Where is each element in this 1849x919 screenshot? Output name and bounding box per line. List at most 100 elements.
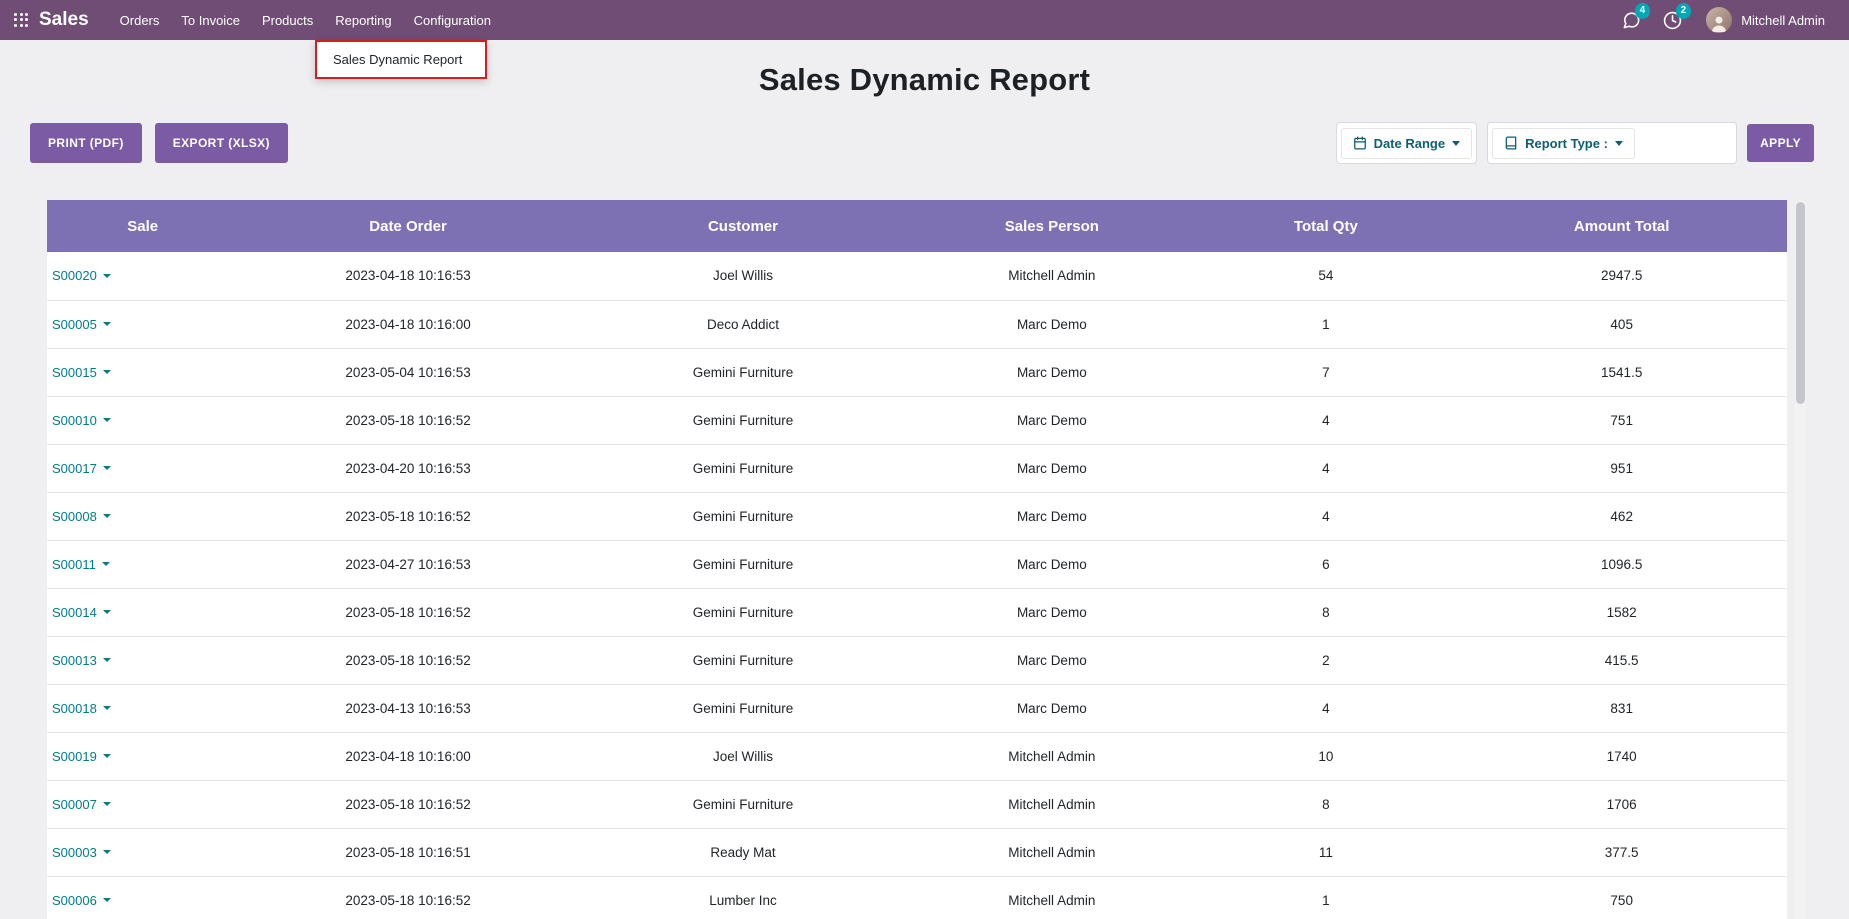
report-type-box: Report Type :: [1487, 122, 1737, 164]
messages-button[interactable]: 4: [1622, 11, 1641, 30]
chevron-down-icon: [103, 322, 111, 326]
calendar-icon: [1353, 136, 1367, 150]
date-range-button[interactable]: Date Range: [1341, 128, 1473, 159]
cell-customer: Joel Willis: [578, 252, 909, 300]
cell-amount-total: 1706: [1456, 780, 1787, 828]
report-table: SaleDate OrderCustomerSales PersonTotal …: [47, 200, 1787, 919]
cell-amount-total: 415.5: [1456, 636, 1787, 684]
cell-sale: S00020: [47, 252, 238, 300]
cell-customer: Gemini Furniture: [578, 444, 909, 492]
cell-date-order: 2023-04-13 10:16:53: [238, 684, 577, 732]
cell-customer: Deco Addict: [578, 300, 909, 348]
cell-date-order: 2023-05-18 10:16:52: [238, 588, 577, 636]
sale-link[interactable]: S00006: [52, 893, 111, 908]
cell-customer: Ready Mat: [578, 828, 909, 876]
sale-link[interactable]: S00019: [52, 749, 111, 764]
cell-total-qty: 1: [1195, 300, 1456, 348]
cell-sale: S00018: [47, 684, 238, 732]
apps-menu-icon[interactable]: [14, 13, 29, 28]
toolbar-left: PRINT (PDF) EXPORT (XLSX): [30, 123, 288, 163]
cell-amount-total: 405: [1456, 300, 1787, 348]
report-type-button[interactable]: Report Type :: [1492, 128, 1635, 159]
chevron-down-icon: [103, 658, 111, 662]
apply-button[interactable]: APPLY: [1747, 124, 1814, 162]
cell-sales-person: Marc Demo: [908, 588, 1195, 636]
table-scrollbar-thumb[interactable]: [1796, 202, 1805, 404]
nav-item-orders[interactable]: Orders: [109, 1, 171, 40]
activities-button[interactable]: 2: [1663, 11, 1682, 30]
avatar: [1706, 7, 1732, 33]
app-brand[interactable]: Sales: [39, 9, 89, 31]
cell-total-qty: 2: [1195, 636, 1456, 684]
cell-sale: S00011: [47, 540, 238, 588]
cell-sales-person: Marc Demo: [908, 348, 1195, 396]
sale-link[interactable]: S00007: [52, 797, 111, 812]
cell-date-order: 2023-04-18 10:16:00: [238, 300, 577, 348]
cell-customer: Lumber Inc: [578, 876, 909, 919]
cell-date-order: 2023-05-18 10:16:52: [238, 396, 577, 444]
cell-date-order: 2023-04-18 10:16:53: [238, 252, 577, 300]
cell-customer: Gemini Furniture: [578, 540, 909, 588]
nav-item-products[interactable]: Products: [251, 1, 324, 40]
sale-link[interactable]: S00010: [52, 413, 111, 428]
cell-customer: Gemini Furniture: [578, 588, 909, 636]
toolbar-filters: Date Range Report Type : APPLY: [1336, 122, 1814, 164]
cell-sales-person: Mitchell Admin: [908, 876, 1195, 919]
cell-sale: S00017: [47, 444, 238, 492]
main-content: Sales Dynamic Report PRINT (PDF) EXPORT …: [0, 62, 1849, 919]
cell-customer: Gemini Furniture: [578, 780, 909, 828]
cell-sales-person: Mitchell Admin: [908, 732, 1195, 780]
cell-total-qty: 8: [1195, 780, 1456, 828]
cell-sales-person: Marc Demo: [908, 444, 1195, 492]
cell-amount-total: 831: [1456, 684, 1787, 732]
sale-link[interactable]: S00008: [52, 509, 111, 524]
date-range-label: Date Range: [1374, 136, 1446, 151]
user-menu[interactable]: Mitchell Admin: [1706, 7, 1825, 33]
menu-item-sales-dynamic-report[interactable]: Sales Dynamic Report: [317, 42, 485, 77]
cell-total-qty: 4: [1195, 444, 1456, 492]
cell-sale: S00006: [47, 876, 238, 919]
chevron-down-icon: [102, 562, 110, 566]
sale-link[interactable]: S00015: [52, 365, 111, 380]
cell-date-order: 2023-04-27 10:16:53: [238, 540, 577, 588]
table-row: S00017 2023-04-20 10:16:53Gemini Furnitur…: [47, 444, 1787, 492]
cell-total-qty: 4: [1195, 492, 1456, 540]
sale-link[interactable]: S00020: [52, 268, 111, 283]
chevron-down-icon: [103, 610, 111, 614]
cell-sale: S00019: [47, 732, 238, 780]
cell-date-order: 2023-05-18 10:16:52: [238, 780, 577, 828]
column-header-customer: Customer: [578, 200, 909, 252]
nav-item-reporting[interactable]: Reporting: [324, 1, 402, 40]
column-header-sale: Sale: [47, 200, 238, 252]
sale-link[interactable]: S00017: [52, 461, 111, 476]
print-pdf-button[interactable]: PRINT (PDF): [30, 123, 142, 163]
cell-customer: Gemini Furniture: [578, 636, 909, 684]
cell-amount-total: 750: [1456, 876, 1787, 919]
sale-link[interactable]: S00013: [52, 653, 111, 668]
chevron-down-icon: [103, 514, 111, 518]
cell-total-qty: 1: [1195, 876, 1456, 919]
sale-link[interactable]: S00003: [52, 845, 111, 860]
cell-date-order: 2023-04-18 10:16:00: [238, 732, 577, 780]
table-row: S00007 2023-05-18 10:16:52Gemini Furnitur…: [47, 780, 1787, 828]
column-header-date-order: Date Order: [238, 200, 577, 252]
table-row: S000082023-05-18 10:16:52Gemini Furnitur…: [47, 492, 1787, 540]
sale-link[interactable]: S00018: [52, 701, 111, 716]
nav-item-configuration[interactable]: Configuration: [403, 1, 502, 40]
sale-link[interactable]: S00014: [52, 605, 111, 620]
cell-total-qty: 10: [1195, 732, 1456, 780]
cell-date-order: 2023-04-20 10:16:53: [238, 444, 577, 492]
cell-total-qty: 54: [1195, 252, 1456, 300]
activities-badge: 2: [1676, 3, 1692, 19]
table-scrollbar-track[interactable]: [1795, 200, 1806, 919]
sale-link[interactable]: S00005: [52, 317, 111, 332]
column-header-sales-person: Sales Person: [908, 200, 1195, 252]
nav-item-to-invoice[interactable]: To Invoice: [170, 1, 251, 40]
sale-link[interactable]: S00011: [52, 557, 110, 572]
cell-sales-person: Mitchell Admin: [908, 780, 1195, 828]
cell-amount-total: 1541.5: [1456, 348, 1787, 396]
cell-total-qty: 4: [1195, 684, 1456, 732]
table-row: S00014 2023-05-18 10:16:52Gemini Furnitur…: [47, 588, 1787, 636]
export-xlsx-button[interactable]: EXPORT (XLSX): [155, 123, 288, 163]
cell-sale: S00014: [47, 588, 238, 636]
